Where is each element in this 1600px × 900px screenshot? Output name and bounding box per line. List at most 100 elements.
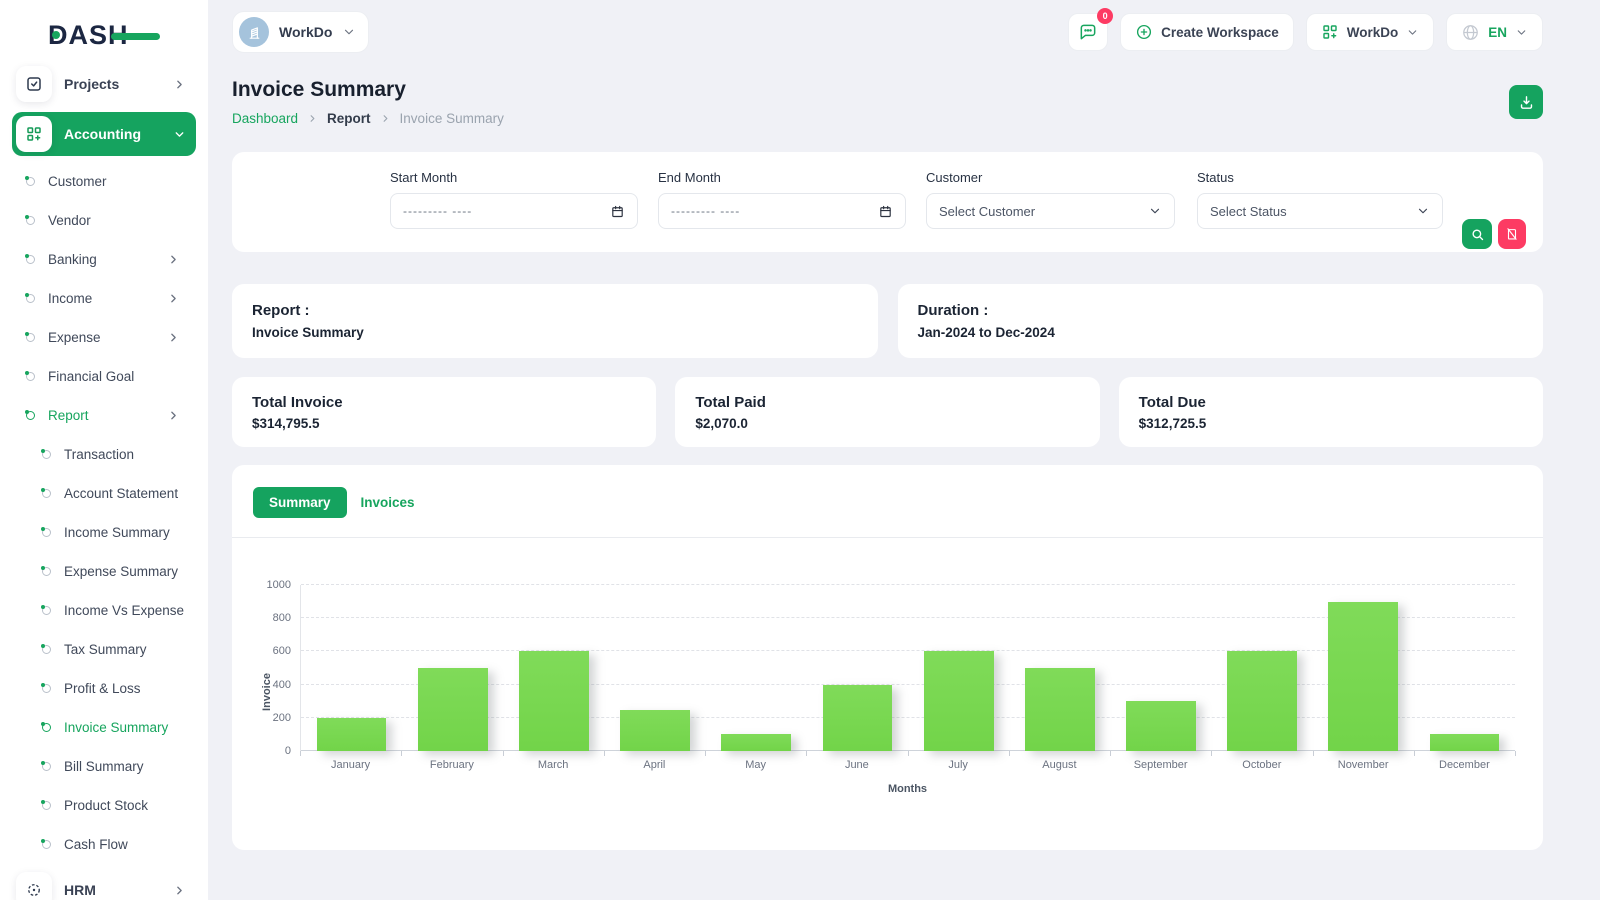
chart-y-tick: 1000 xyxy=(266,579,291,591)
sidebar-item-cash-flow[interactable]: Cash Flow xyxy=(12,825,196,864)
bar-may[interactable] xyxy=(721,734,792,751)
search-icon xyxy=(1471,228,1483,240)
duration-card: Duration : Jan-2024 to Dec-2024 xyxy=(897,284,1543,358)
tabs-divider xyxy=(232,537,1543,538)
chart-bar-slot xyxy=(605,585,706,751)
chart-bar-slot xyxy=(1212,585,1313,751)
sidebar-item-income-vs-expense[interactable]: Income Vs Expense xyxy=(12,591,196,630)
sidebar-item-label: Profit & Loss xyxy=(64,681,141,696)
sidebar-item-financial-goal[interactable]: Financial Goal xyxy=(12,357,196,396)
create-workspace-button[interactable]: Create Workspace xyxy=(1120,13,1294,51)
workspace-switcher[interactable]: WorkDo xyxy=(1305,13,1435,51)
chart-bar-slot xyxy=(1110,585,1211,751)
sidebar-item-bill-summary[interactable]: Bill Summary xyxy=(12,747,196,786)
bar-november[interactable] xyxy=(1328,601,1399,751)
bar-february[interactable] xyxy=(417,668,488,751)
bullet-icon xyxy=(41,488,51,498)
total-due-card: Total Due $312,725.5 xyxy=(1118,377,1543,447)
grid-plus-icon xyxy=(16,116,52,152)
clear-filter-icon xyxy=(1507,228,1517,240)
bar-july[interactable] xyxy=(923,651,994,751)
bar-august[interactable] xyxy=(1024,668,1095,751)
reset-filter-button[interactable] xyxy=(1498,219,1526,249)
bar-january[interactable] xyxy=(316,717,387,751)
sidebar-item-label: Income Vs Expense xyxy=(64,603,185,618)
sidebar-item-tax-summary[interactable]: Tax Summary xyxy=(12,630,196,669)
sidebar-item-expense-summary[interactable]: Expense Summary xyxy=(12,552,196,591)
sidebar-item-income[interactable]: Income xyxy=(12,279,196,318)
sidebar-item-customer[interactable]: Customer xyxy=(12,162,196,201)
chart-bar-slot xyxy=(706,585,807,751)
chart-bar-slot xyxy=(402,585,503,751)
sidebar-item-label: Accounting xyxy=(64,126,141,142)
tab-invoices[interactable]: Invoices xyxy=(361,495,415,510)
chevron-right-icon xyxy=(167,253,180,266)
bar-october[interactable] xyxy=(1227,651,1298,751)
chevron-down-icon xyxy=(342,25,356,39)
bar-april[interactable] xyxy=(620,709,690,751)
chevron-down-icon xyxy=(1150,208,1160,214)
total-invoice-card: Total Invoice $314,795.5 xyxy=(232,377,657,447)
chart-bar-slot xyxy=(1414,585,1515,751)
chart-bar-slot xyxy=(301,585,402,751)
bullet-icon xyxy=(25,293,35,303)
chat-icon xyxy=(1080,24,1096,40)
duration-card-value: Jan-2024 to Dec-2024 xyxy=(917,325,1055,340)
sidebar-item-banking[interactable]: Banking xyxy=(12,240,196,279)
sidebar-item-label: Invoice Summary xyxy=(64,720,169,735)
breadcrumb-dashboard[interactable]: Dashboard xyxy=(232,111,298,126)
chevron-right-icon xyxy=(167,292,180,305)
chart-y-axis-label: Invoice xyxy=(260,673,273,711)
sidebar-item-transaction[interactable]: Transaction xyxy=(12,435,196,474)
sidebar-item-expense[interactable]: Expense xyxy=(12,318,196,357)
chart-x-tick xyxy=(1515,751,1516,756)
sidebar-item-label: Vendor xyxy=(48,213,91,228)
chevron-down-icon xyxy=(1517,29,1526,35)
sidebar-item-profit-loss[interactable]: Profit & Loss xyxy=(12,669,196,708)
chart-x-axis-label: Months xyxy=(887,783,928,795)
chart-bars xyxy=(301,585,1515,751)
totals-row: Total Invoice $314,795.5 Total Paid $2,0… xyxy=(232,377,1543,447)
workspace-selector[interactable]: WorkDo xyxy=(232,11,370,53)
sidebar-item-report[interactable]: Report xyxy=(12,396,196,435)
bullet-icon xyxy=(41,527,51,537)
messages-button[interactable]: 0 xyxy=(1068,8,1114,51)
language-code: EN xyxy=(1488,24,1507,40)
end-month-input[interactable]: --------- ---- xyxy=(658,193,906,229)
chart-x-tick xyxy=(806,751,808,756)
bar-june[interactable] xyxy=(822,684,893,751)
apply-filter-button[interactable] xyxy=(1462,219,1492,249)
bar-september[interactable] xyxy=(1126,701,1196,751)
sidebar-item-invoice-summary[interactable]: Invoice Summary xyxy=(12,708,196,747)
sidebar-item-label: Projects xyxy=(64,76,120,92)
bar-march[interactable] xyxy=(519,651,589,751)
start-month-input[interactable]: --------- ---- xyxy=(390,193,638,229)
bullet-icon xyxy=(25,176,35,186)
total-paid-card: Total Paid $2,070.0 xyxy=(675,377,1100,447)
sidebar-item-hrm[interactable]: HRM xyxy=(12,868,196,900)
sidebar-item-label: Banking xyxy=(48,252,97,267)
bar-december[interactable] xyxy=(1429,734,1500,751)
breadcrumb-report[interactable]: Report xyxy=(327,111,371,126)
sidebar-item-vendor[interactable]: Vendor xyxy=(12,201,196,240)
bullet-icon xyxy=(41,761,51,771)
workspace-avatar xyxy=(239,17,269,47)
sidebar-item-income-summary[interactable]: Income Summary xyxy=(12,513,196,552)
sidebar-item-account-statement[interactable]: Account Statement xyxy=(12,474,196,513)
status-select[interactable]: Select Status xyxy=(1197,193,1443,229)
chart-y-tick: 800 xyxy=(272,612,291,625)
customer-select[interactable]: Select Customer xyxy=(926,193,1175,229)
sidebar-item-accounting[interactable]: Accounting xyxy=(12,112,196,156)
sidebar-item-product-stock[interactable]: Product Stock xyxy=(12,786,196,825)
chart-month-label: February xyxy=(429,759,474,771)
chart-x-tick xyxy=(907,751,909,756)
chart-plot-area: 0 200 400 600 800 1000 xyxy=(267,579,1515,757)
tab-summary[interactable]: Summary xyxy=(253,487,347,518)
messages-badge: 0 xyxy=(1097,8,1114,24)
dash-logo[interactable]: DASH xyxy=(0,0,208,62)
download-button[interactable] xyxy=(1509,85,1543,119)
language-selector[interactable]: EN xyxy=(1446,13,1543,51)
chevron-down-icon xyxy=(1418,208,1428,214)
sidebar-item-projects[interactable]: Projects xyxy=(12,62,196,106)
breadcrumb-current: Invoice Summary xyxy=(399,111,504,126)
